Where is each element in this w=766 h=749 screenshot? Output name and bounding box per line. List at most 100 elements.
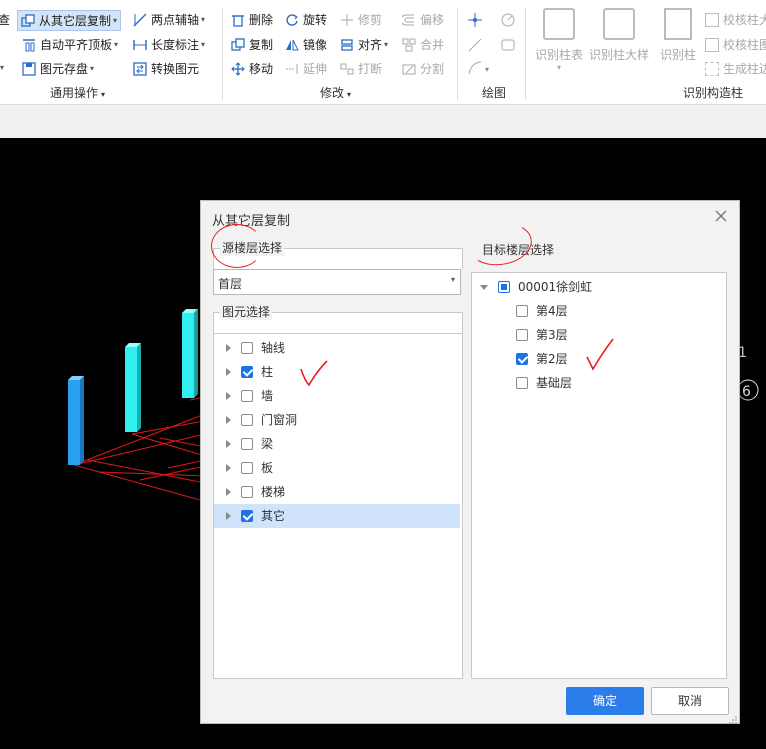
generate-edge-icon: [705, 62, 719, 76]
source-floor-select[interactable]: 首层 ▾: [213, 269, 461, 295]
expand-icon: [226, 488, 231, 496]
resize-grip-icon[interactable]: [729, 713, 737, 724]
cancel-button[interactable]: 取消: [651, 687, 729, 715]
trash-icon: [231, 13, 245, 27]
floor-checkbox[interactable]: [516, 329, 528, 341]
draw-point-icon[interactable]: [467, 12, 483, 31]
expand-icon: [226, 416, 231, 424]
column-detail-icon: [603, 8, 635, 40]
element-checkbox[interactable]: [241, 390, 253, 402]
element-list: 轴线柱墙门窗洞梁板楼梯 其它: [213, 333, 463, 679]
ribbon-divider: [525, 8, 526, 100]
check-drawing-icon: [705, 38, 719, 52]
query-button[interactable]: 查: [0, 10, 10, 30]
check-column-drawing-button[interactable]: 校核柱图: [705, 35, 766, 55]
generate-column-edge-button[interactable]: 生成柱边: [705, 59, 766, 79]
merge-icon: [402, 38, 416, 52]
ok-button[interactable]: 确定: [566, 687, 644, 715]
check-column-button[interactable]: 校核柱大: [705, 10, 766, 30]
group-modify[interactable]: 修改 ▾: [320, 84, 351, 101]
draw-rect-icon[interactable]: [500, 37, 516, 56]
copy-button[interactable]: 复制: [231, 35, 273, 55]
floor-row[interactable]: 第4层: [516, 299, 568, 323]
identify-column-button[interactable]: 识别柱: [656, 8, 700, 63]
element-checkbox[interactable]: [241, 462, 253, 474]
element-row[interactable]: 楼梯: [214, 480, 460, 504]
convert-icon: [133, 62, 147, 76]
element-row[interactable]: 门窗洞: [214, 408, 460, 432]
expand-icon: [480, 284, 488, 290]
element-save-button[interactable]: 图元存盘 ▾: [22, 59, 94, 79]
identify-column-detail-button[interactable]: 识别柱大样: [588, 8, 650, 63]
floor-checkbox[interactable]: [516, 353, 528, 365]
element-row[interactable]: 梁: [214, 432, 460, 456]
trim-button[interactable]: 修剪: [340, 10, 382, 30]
project-checkbox[interactable]: [498, 281, 510, 293]
ribbon-toolbar: 查 ▾ 从其它层复制 ▾ 自动平齐顶板 ▾ 图元存盘 ▾ 两点辅轴 ▾ 长度标注 ▾: [0, 0, 766, 105]
mirror-button[interactable]: 镜像: [285, 35, 327, 55]
axis-label-6: 6: [742, 384, 751, 400]
element-checkbox[interactable]: [241, 438, 253, 450]
element-checkbox[interactable]: [241, 342, 253, 354]
ribbon-divider: [457, 8, 458, 100]
ribbon-divider: [222, 8, 223, 100]
element-checkbox[interactable]: [241, 366, 253, 378]
draw-arc-icon[interactable]: ▾: [467, 60, 493, 79]
copy-from-layer-button[interactable]: 从其它层复制 ▾: [17, 10, 122, 31]
two-point-axis-button[interactable]: 两点辅轴 ▾: [133, 10, 205, 30]
floor-row[interactable]: 第2层: [516, 347, 568, 371]
svg-text:▾: ▾: [485, 65, 489, 74]
trim-icon: [340, 13, 354, 27]
element-checkbox[interactable]: [241, 510, 253, 522]
element-checkbox[interactable]: [241, 414, 253, 426]
element-selection-label: 图元选择: [220, 303, 273, 320]
move-icon: [231, 62, 245, 76]
auto-level-top-button[interactable]: 自动平齐顶板 ▾: [22, 35, 118, 55]
rotate-icon: [285, 13, 299, 27]
break-button[interactable]: 打断: [340, 59, 382, 79]
close-icon[interactable]: [712, 207, 730, 225]
split-icon: [402, 62, 416, 76]
element-row[interactable]: 墙: [214, 384, 460, 408]
floor-row[interactable]: 基础层: [516, 371, 572, 395]
length-mark-button[interactable]: 长度标注 ▾: [133, 35, 205, 55]
group-general[interactable]: 通用操作 ▾: [50, 84, 105, 101]
align-button[interactable]: 对齐 ▾: [340, 35, 388, 55]
mirror-icon: [285, 38, 299, 52]
convert-element-button[interactable]: 转换图元: [133, 59, 199, 79]
merge-button[interactable]: 合并: [402, 35, 444, 55]
rotate-button[interactable]: 旋转: [285, 10, 327, 30]
extend-button[interactable]: 延伸: [285, 59, 327, 79]
floor-row[interactable]: 第3层: [516, 323, 568, 347]
source-floor-value: 首层: [218, 277, 243, 291]
save-icon: [22, 62, 36, 76]
group-identify-structure-column: 识别构造柱: [683, 86, 744, 100]
element-row[interactable]: 其它: [214, 504, 460, 528]
axis-icon: [133, 13, 147, 27]
expand-icon: [226, 344, 231, 352]
move-button[interactable]: 移动: [231, 59, 273, 79]
element-row[interactable]: 柱: [214, 360, 460, 384]
expand-icon: [226, 464, 231, 472]
expand-icon: [226, 512, 231, 520]
identify-column-table-button[interactable]: 识别柱表 ▾: [532, 8, 586, 72]
target-floor-tree: 00001徐剑虹 第4层 第3层 第2层 基础层: [471, 272, 727, 679]
copy-icon: [231, 38, 245, 52]
delete-button[interactable]: 删除: [231, 10, 273, 30]
group-draw: 绘图: [482, 86, 507, 100]
element-row[interactable]: 轴线: [214, 336, 460, 360]
draw-circle-icon[interactable]: [500, 12, 516, 31]
floor-checkbox[interactable]: [516, 305, 528, 317]
tree-root-project[interactable]: 00001徐剑虹: [480, 275, 592, 299]
annotation-check-floor: [586, 338, 614, 371]
column-icon: [664, 8, 692, 40]
left-cut-dropdown[interactable]: ▾: [0, 58, 4, 78]
draw-line-icon[interactable]: [467, 37, 483, 56]
split-button[interactable]: 分割: [402, 59, 444, 79]
floor-checkbox[interactable]: [516, 377, 528, 389]
element-row[interactable]: 板: [214, 456, 460, 480]
offset-button[interactable]: 偏移: [400, 10, 444, 30]
extend-icon: [285, 62, 299, 76]
annotation-circle-source: [211, 224, 263, 268]
element-checkbox[interactable]: [241, 486, 253, 498]
